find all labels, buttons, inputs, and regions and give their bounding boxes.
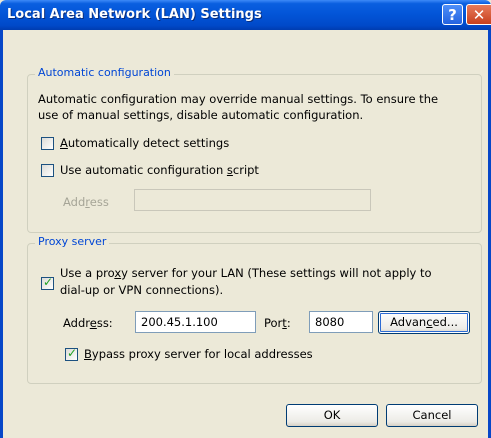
auto-config-description-line1: Automatic configuration may override man… bbox=[38, 92, 439, 106]
window-frame-left bbox=[0, 30, 3, 438]
proxy-address-field[interactable]: 200.45.1.100 bbox=[135, 311, 256, 333]
use-proxy-label-line2[interactable]: dial-up or VPN connections). bbox=[60, 283, 223, 297]
proxy-port-field[interactable]: 8080 bbox=[309, 311, 373, 333]
help-icon: ? bbox=[448, 5, 457, 24]
auto-script-address-field bbox=[134, 189, 371, 211]
bypass-local-label[interactable]: Bypass proxy server for local addresses bbox=[84, 347, 313, 361]
advanced-button[interactable]: Advanced... bbox=[378, 311, 470, 334]
close-button[interactable]: ✕ bbox=[466, 4, 491, 25]
checkmark-icon: ✓ bbox=[43, 275, 54, 289]
lan-settings-dialog: Local Area Network (LAN) Settings ? ✕ Au… bbox=[0, 0, 491, 438]
proxy-port-label: Port: bbox=[264, 316, 291, 330]
proxy-server-legend: Proxy server bbox=[35, 235, 110, 248]
use-proxy-label-line1[interactable]: Use a proxy server for your LAN (These s… bbox=[60, 266, 432, 280]
cancel-button[interactable]: Cancel bbox=[386, 404, 478, 427]
auto-script-checkbox[interactable] bbox=[41, 164, 54, 177]
help-button[interactable]: ? bbox=[442, 4, 463, 25]
use-proxy-checkbox[interactable]: ✓ bbox=[41, 275, 54, 290]
proxy-address-label: Address: bbox=[63, 316, 113, 330]
auto-config-description-line2: use of manual settings, disable automati… bbox=[38, 108, 364, 122]
checkmark-icon: ✓ bbox=[67, 346, 78, 360]
ok-button[interactable]: OK bbox=[286, 404, 378, 427]
automatic-configuration-legend: Automatic configuration bbox=[35, 66, 174, 79]
bypass-local-checkbox[interactable]: ✓ bbox=[65, 346, 78, 361]
close-icon: ✕ bbox=[472, 5, 486, 24]
window-title: Local Area Network (LAN) Settings bbox=[7, 7, 262, 22]
auto-script-address-label: Address bbox=[63, 195, 109, 209]
auto-detect-checkbox[interactable] bbox=[41, 137, 54, 150]
auto-detect-label[interactable]: Automatically detect settings bbox=[60, 136, 229, 150]
title-bar[interactable]: Local Area Network (LAN) Settings ? ✕ bbox=[0, 0, 491, 30]
auto-script-label[interactable]: Use automatic configuration script bbox=[60, 163, 259, 177]
